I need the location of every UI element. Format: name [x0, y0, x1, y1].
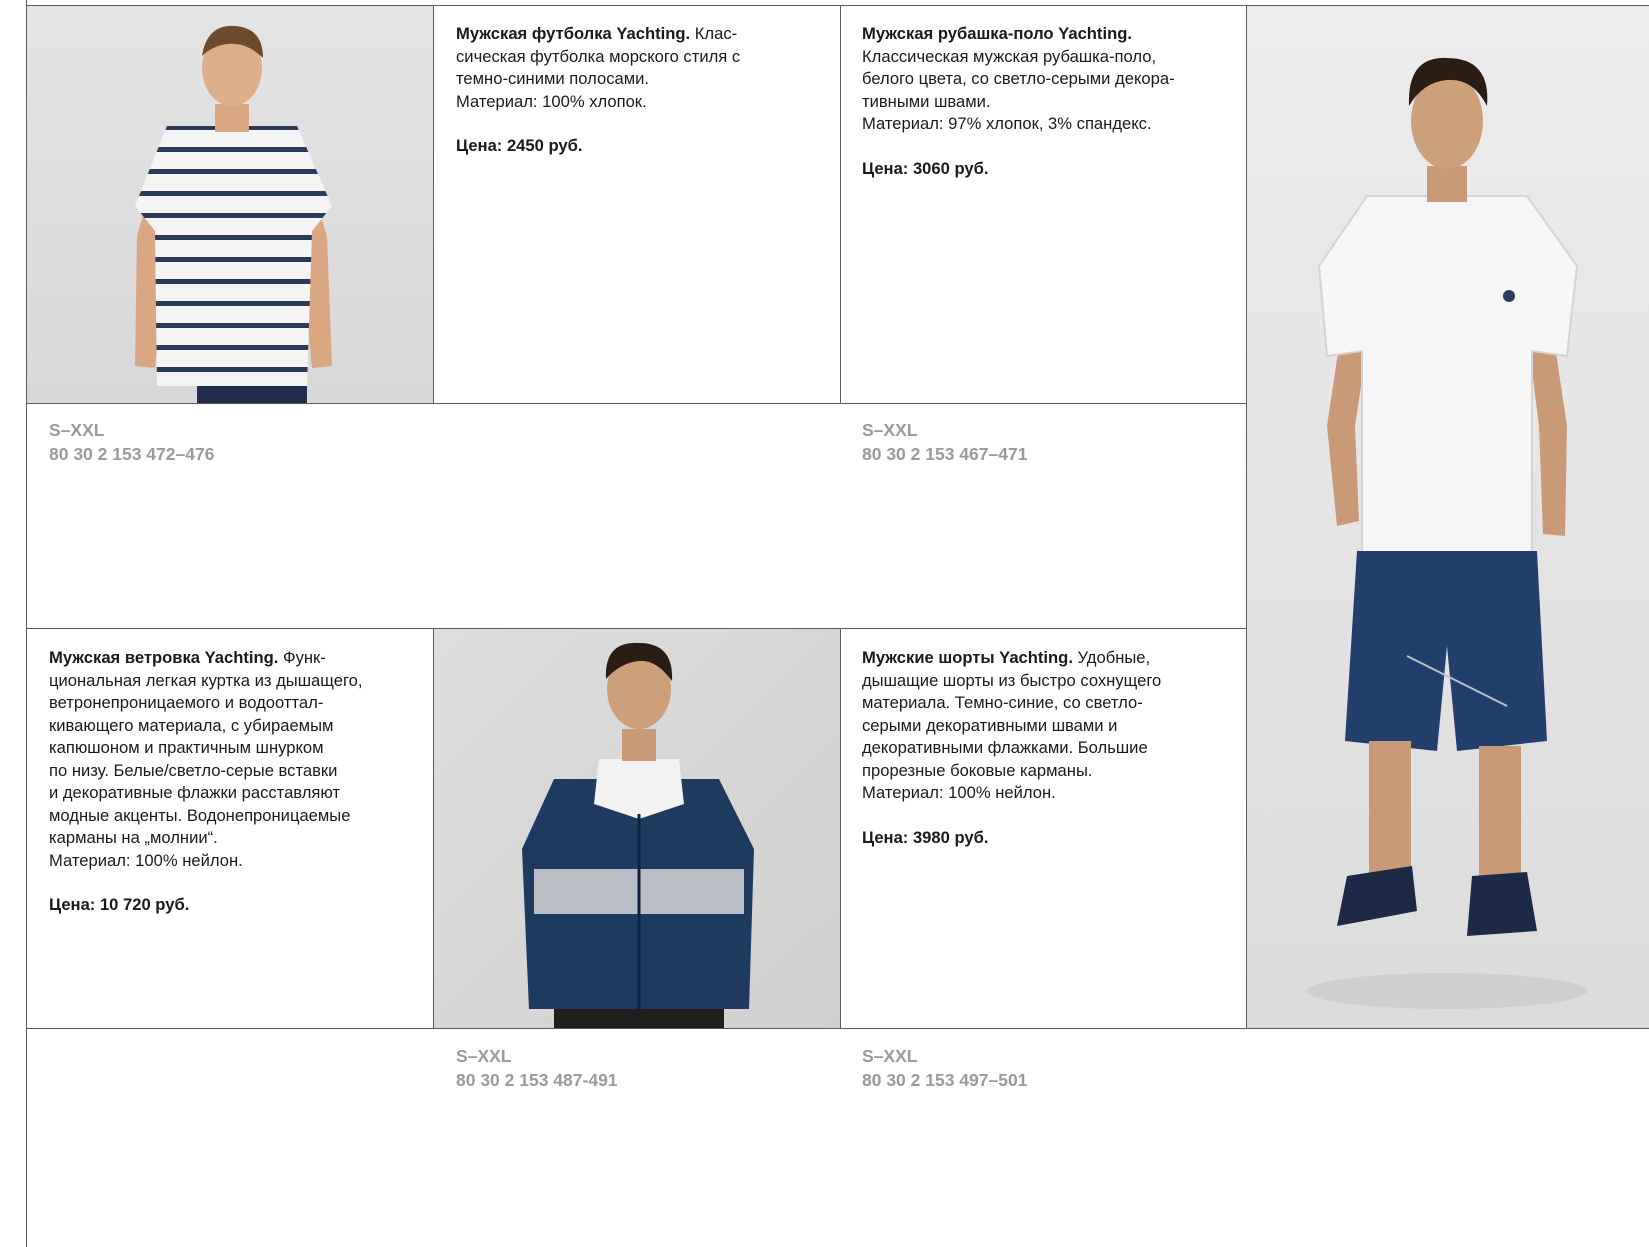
grid-line-v1 — [433, 5, 434, 403]
polo-desc-line: Материал: 97% хлопок, 3% спандекс. — [862, 114, 1152, 133]
jacket-desc-line: модные акценты. Водонепроницаемые — [49, 805, 351, 825]
tshirt-article: S–XXL 80 30 2 153 472–476 — [49, 418, 214, 466]
tshirt-description: Мужская футболка Yachting. Клас- сическа… — [456, 23, 740, 158]
shorts-desc-line: дышащие шорты из быстро сохнущего — [862, 670, 1162, 690]
shorts-title: Мужские шорты Yachting. — [862, 648, 1073, 667]
jacket-desc-line: капюшоном и практичным шнурком — [49, 738, 324, 757]
polo-desc-line: белого цвета, со светло-серыми декора- — [862, 69, 1175, 88]
jacket-desc-line: и декоративные флажки расставляют — [49, 783, 341, 802]
tshirt-title: Мужская футболка Yachting. — [456, 24, 691, 43]
jacket-desc-line: Функ- — [278, 648, 326, 667]
shorts-desc-line: серыми декоративными швами и — [862, 715, 1118, 735]
grid-line-v2 — [840, 5, 841, 403]
jacket-desc-line: циональная легкая куртка из дышащего, — [49, 670, 363, 690]
tshirt-price: Цена: 2450 руб. — [456, 136, 583, 155]
jacket-desc-line: по низу. Белые/светло-серые вставки — [49, 760, 338, 780]
polo-price: Цена: 3060 руб. — [862, 158, 989, 178]
shorts-desc-line: материала. Темно-синие, со светло- — [862, 693, 1143, 712]
jacket-photo — [434, 629, 840, 1028]
jacket-size: S–XXL — [456, 1046, 512, 1066]
polo-description: Мужская рубашка-поло Yachting. Классичес… — [862, 23, 1175, 180]
jacket-title: Мужская ветровка Yachting. — [49, 648, 279, 667]
jacket-description: Мужская ветровка Yachting. Функ- циональ… — [49, 647, 362, 917]
shorts-description: Мужские шорты Yachting. Удобные, дышащие… — [862, 647, 1161, 849]
shorts-price: Цена: 3980 руб. — [862, 827, 989, 847]
polo-title: Мужская рубашка-поло Yachting. — [862, 24, 1132, 43]
tshirt-desc-line: Материал: 100% хлопок. — [456, 91, 647, 111]
shorts-desc-line: Материал: 100% нейлон. — [862, 783, 1056, 802]
jacket-desc-line: ветронепроницаемого и водооттал- — [49, 693, 324, 712]
grid-line-h3 — [26, 1028, 1649, 1029]
jacket-article: S–XXL 80 30 2 153 487-491 — [456, 1044, 618, 1092]
tshirt-code: 80 30 2 153 472–476 — [49, 444, 215, 464]
tshirt-desc-line: темно-синими полосами. — [456, 69, 650, 88]
shorts-size: S–XXL — [862, 1046, 918, 1066]
grid-line-v5 — [840, 628, 841, 1028]
shorts-code: 80 30 2 153 497–501 — [862, 1070, 1028, 1090]
polo-size: S–XXL — [862, 420, 918, 440]
jacket-desc-line: Материал: 100% нейлон. — [49, 850, 243, 870]
polo-shorts-photo — [1247, 6, 1649, 1028]
shorts-article: S–XXL 80 30 2 153 497–501 — [862, 1044, 1027, 1092]
jacket-desc-line: кивающего материала, с убираемым — [49, 715, 334, 735]
shorts-desc-line: декоративными флажками. Большие — [862, 738, 1148, 757]
polo-article: S–XXL 80 30 2 153 467–471 — [862, 418, 1027, 466]
jacket-price: Цена: 10 720 руб. — [49, 895, 190, 914]
jacket-code: 80 30 2 153 487-491 — [456, 1070, 618, 1090]
grid-line-h1 — [26, 403, 1246, 404]
polo-desc-line: Классическая мужская рубашка-поло, — [862, 46, 1157, 66]
shorts-desc-line: прорезные боковые карманы. — [862, 760, 1093, 780]
tshirt-photo — [27, 6, 433, 403]
polo-desc-line: тивными швами. — [862, 91, 991, 111]
tshirt-size: S–XXL — [49, 420, 105, 440]
shorts-desc-line: Удобные, — [1072, 648, 1151, 667]
jacket-desc-line: карманы на „молнии“. — [49, 828, 218, 847]
polo-code: 80 30 2 153 467–471 — [862, 444, 1028, 464]
tshirt-desc-line: Клас- — [690, 24, 738, 43]
tshirt-desc-line: сическая футболка морского стиля с — [456, 46, 741, 66]
